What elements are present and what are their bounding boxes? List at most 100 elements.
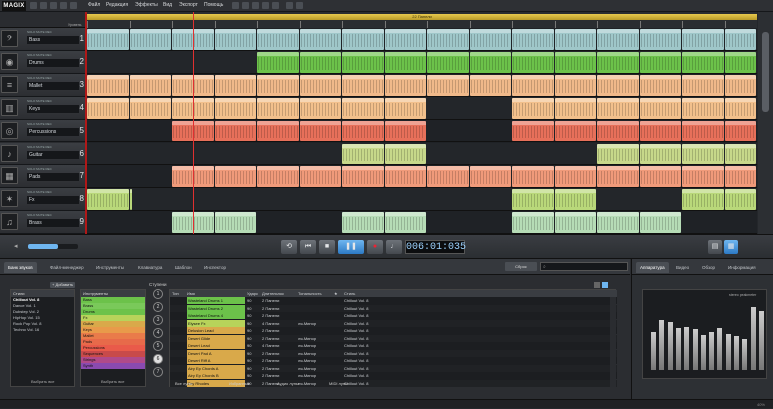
loop-clip[interactable] (257, 166, 299, 188)
view-mode-button-active[interactable]: ▦ (724, 240, 738, 254)
open-file-icon[interactable] (50, 2, 57, 9)
loop-clip[interactable] (214, 120, 256, 142)
track-buttons[interactable]: SOLO MUTE REC (27, 30, 52, 34)
loop-clip[interactable] (597, 212, 639, 234)
loop-row[interactable]: Desert Glide 90 2 Панели ля-Минор Chillout V… (170, 334, 617, 342)
scissors-tool-icon[interactable] (296, 2, 303, 9)
track-header-mallet[interactable]: ≡ SOLO MUTE REC Mallet 3 (0, 73, 86, 97)
loop-clip[interactable] (214, 74, 256, 96)
track-lane-mallet[interactable] (87, 73, 757, 97)
loop-row[interactable]: Delusion Lead 90 2 Панели Chillout Vol. 8 (170, 327, 617, 334)
loop-clip[interactable] (597, 29, 639, 50)
add-style-button[interactable]: + Добавить (50, 282, 76, 288)
pointer-tool-icon[interactable] (286, 2, 293, 9)
redo-icon[interactable] (242, 2, 249, 9)
loop-clip[interactable] (682, 29, 724, 50)
loop-clip[interactable] (512, 189, 554, 211)
menu-file[interactable]: Файл (88, 2, 100, 8)
stage-button[interactable]: 5 (153, 341, 163, 351)
loop-clip[interactable] (639, 143, 681, 165)
loop-clip[interactable] (724, 166, 756, 188)
loop-row[interactable]: Airy Ep Chords A 90 2 Панели ля-Минор Chillo… (170, 364, 617, 372)
copy-icon[interactable] (262, 2, 269, 9)
loop-clip[interactable] (724, 51, 756, 73)
loop-clip[interactable] (512, 97, 554, 119)
loop-clip[interactable] (682, 51, 724, 73)
track-buttons[interactable]: SOLO MUTE REC (27, 190, 52, 194)
loop-clip[interactable] (214, 212, 256, 234)
list-view-icon[interactable] (594, 282, 600, 288)
tab-video[interactable]: Видео (672, 262, 693, 273)
track-lane-pads[interactable] (87, 165, 757, 189)
tab-template[interactable]: Шаблон (171, 262, 196, 273)
zoom-slider[interactable] (28, 244, 78, 249)
loop-clip[interactable] (214, 166, 256, 188)
loop-row[interactable]: Wasteland Drums 4 90 2 Панели Chillout Vol.… (170, 312, 617, 319)
tab-soundpool[interactable]: Банк звуков (4, 262, 37, 273)
style-item[interactable]: Techno Vol. 16 (11, 327, 74, 333)
loop-clip[interactable] (384, 29, 426, 50)
loops-column-header[interactable]: Тип (172, 290, 186, 297)
loop-clip[interactable] (257, 97, 299, 119)
loop-clip[interactable] (129, 97, 171, 119)
loops-view-toggle[interactable] (594, 282, 618, 288)
track-lane-guitar[interactable] (87, 142, 757, 166)
loop-clip[interactable] (639, 97, 681, 119)
search-input[interactable]: ⌕ (540, 262, 628, 271)
loop-clip[interactable] (87, 189, 129, 211)
scroll-left-icon[interactable]: ◂ (14, 242, 18, 250)
loop-clip[interactable] (682, 74, 724, 96)
loop-row[interactable]: Desert Riff A 90 2 Панели ля-Минор Chillout … (170, 357, 617, 364)
loop-clip[interactable] (724, 120, 756, 142)
loop-clip[interactable] (384, 120, 426, 142)
loops-scrollbar[interactable] (610, 297, 616, 387)
loop-clip[interactable] (384, 143, 426, 165)
stage-button[interactable]: 4 (153, 328, 163, 338)
track-name[interactable]: Bass (27, 36, 79, 44)
loop-clip[interactable] (554, 97, 596, 119)
loop-clip[interactable] (299, 120, 341, 142)
loop-clip[interactable] (342, 212, 384, 234)
loops-table[interactable]: Тип Имя Ударс Длительнос Тональность ★ Стиль W… (169, 289, 617, 387)
loop-clip[interactable] (724, 189, 756, 211)
loop-clip[interactable] (597, 120, 639, 142)
loop-clip[interactable] (554, 212, 596, 234)
loop-clip[interactable] (214, 97, 256, 119)
loop-clip[interactable] (682, 120, 724, 142)
track-header-drums[interactable]: ◉ SOLO MUTE REC Drums 2 (0, 50, 86, 74)
menu-icon[interactable] (30, 2, 37, 9)
loop-clip[interactable] (299, 97, 341, 119)
track-lane-brass[interactable] (87, 211, 757, 235)
loop-clip[interactable] (724, 143, 756, 165)
stop-button[interactable]: ■ (319, 240, 335, 254)
loop-clip[interactable] (299, 74, 341, 96)
loop-clip[interactable] (342, 51, 384, 73)
loop-clip[interactable] (257, 120, 299, 142)
track-header-percussions[interactable]: ◎ SOLO MUTE REC Percussions 5 (0, 119, 86, 143)
track-name[interactable]: Pads (27, 173, 79, 182)
loops-column-header[interactable]: Длительнос (262, 290, 296, 297)
loop-clip[interactable] (427, 166, 469, 188)
tab-info[interactable]: Информация (724, 262, 760, 273)
loop-clip[interactable] (597, 51, 639, 73)
track-lane-fx[interactable] (87, 188, 757, 212)
view-mode-button[interactable]: ▤ (708, 240, 722, 254)
loop-range-bar[interactable]: 22 Панели (87, 14, 757, 20)
track-buttons[interactable]: SOLO MUTE REC (27, 122, 52, 126)
loop-clip[interactable] (299, 29, 341, 50)
tab-instruments[interactable]: Инструменты (92, 262, 128, 273)
loop-clip[interactable] (469, 51, 511, 73)
loop-clip[interactable] (469, 29, 511, 50)
track-header-keys[interactable]: ▥ SOLO MUTE REC Keys 4 (0, 96, 86, 120)
filter-midi[interactable]: MIDI лупы (329, 381, 348, 386)
track-lane-bass[interactable] (87, 28, 757, 51)
styles-list[interactable]: Стили Chillout Vol. 8 Dance Vol. 1 Dubstep… (10, 289, 75, 387)
loop-clip[interactable] (427, 74, 469, 96)
scroll-thumb[interactable] (762, 32, 769, 112)
track-buttons[interactable]: SOLO MUTE REC (27, 53, 52, 57)
loop-clip[interactable] (682, 166, 724, 188)
undo-icon[interactable] (232, 2, 239, 9)
loops-column-header[interactable]: Тональность (298, 290, 332, 297)
loop-clip[interactable] (724, 74, 756, 96)
stage-button[interactable]: 7 (153, 367, 163, 377)
